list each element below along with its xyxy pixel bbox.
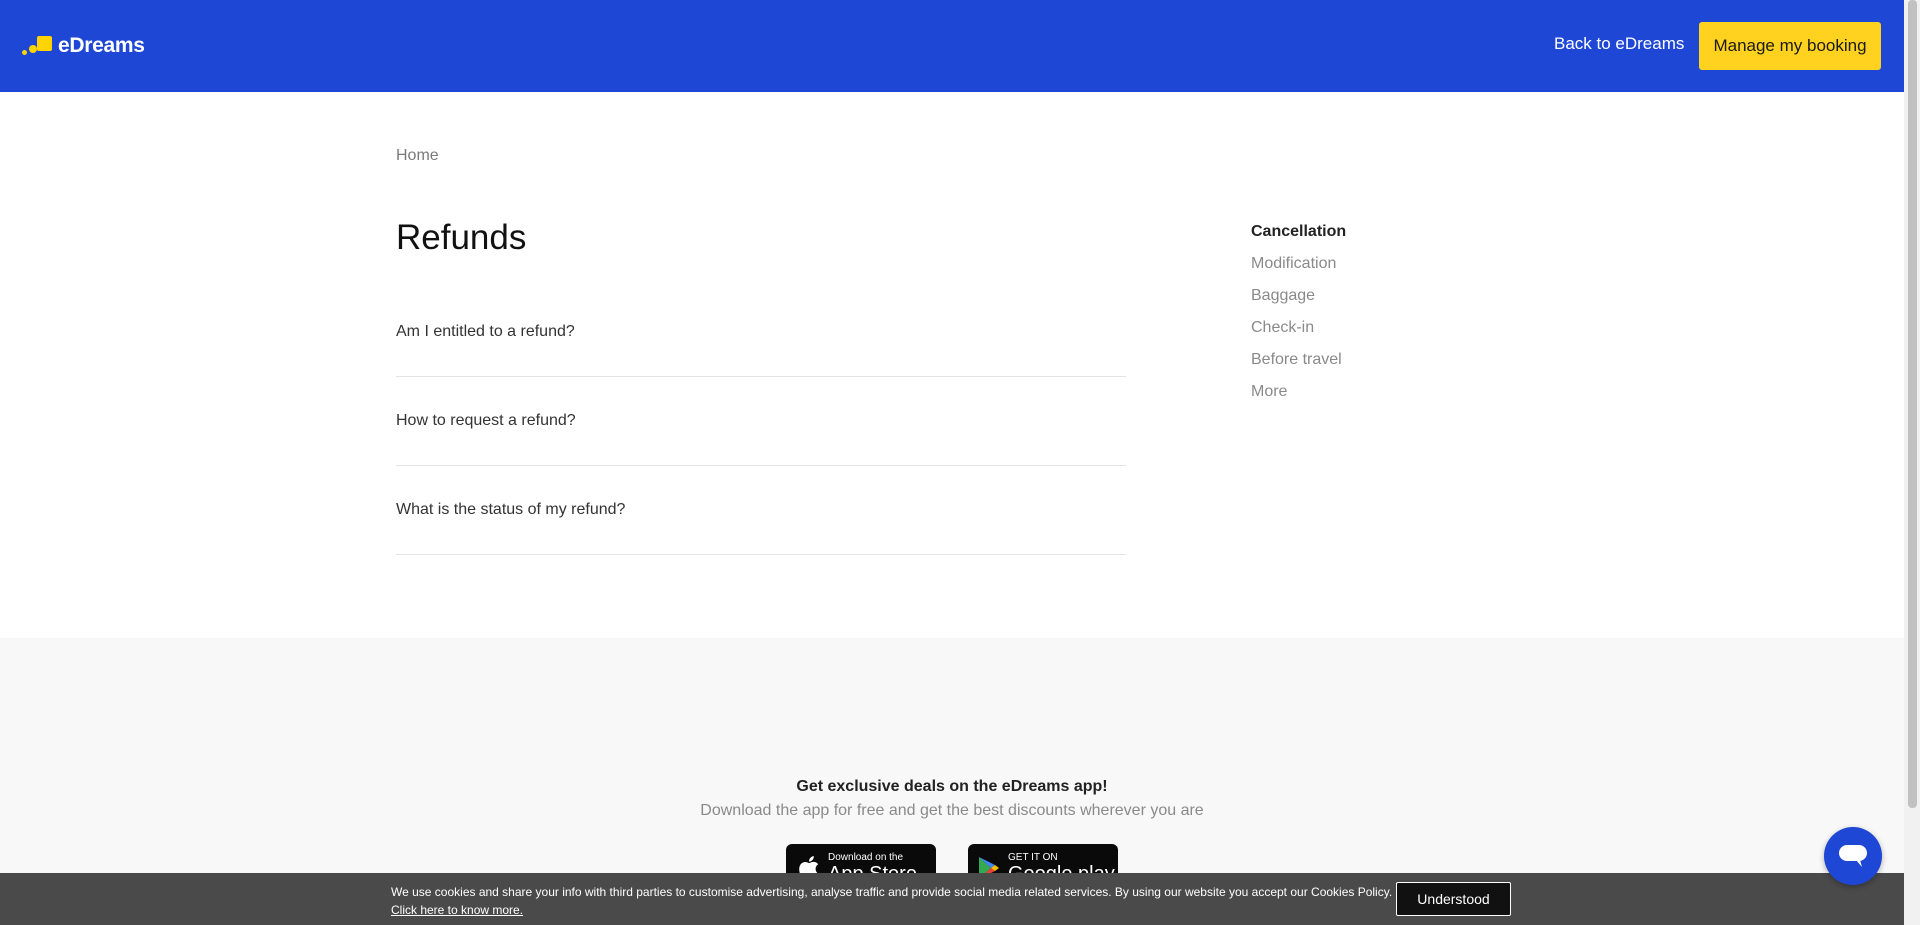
understood-button[interactable]: Understood [1396,882,1511,916]
side-nav-item-before-travel[interactable]: Before travel [1251,350,1346,382]
promo-title: Get exclusive deals on the eDreams app! [796,778,1108,795]
side-nav-item-more[interactable]: More [1251,382,1346,414]
side-nav-item-baggage[interactable]: Baggage [1251,286,1346,318]
faq-item-refund-status[interactable]: What is the status of my refund? [396,466,1126,555]
google-play-small-text: GET IT ON [1008,851,1058,863]
top-header: eDreams Back to eDreams Manage my bookin… [0,0,1904,92]
cookie-banner: We use cookies and share your info with … [0,873,1904,925]
cookie-text-block: We use cookies and share your info with … [391,883,1392,919]
cookie-message: We use cookies and share your info with … [391,885,1393,899]
edreams-logo[interactable]: eDreams [22,34,145,58]
faq-item-entitled-refund[interactable]: Am I entitled to a refund? [396,288,1126,377]
side-nav-item-check-in[interactable]: Check-in [1251,318,1346,350]
logo-mark-icon [22,34,56,58]
manage-my-booking-button[interactable]: Manage my booking [1699,22,1881,70]
scrollbar-thumb[interactable] [1908,0,1917,808]
app-store-small-text: Download on the [828,851,904,863]
breadcrumb: Home [396,147,439,165]
logo-text: eDreams [58,34,145,57]
page-title: Refunds [396,218,527,257]
page-scrollbar[interactable] [1904,0,1920,925]
breadcrumb-home-link[interactable]: Home [396,147,439,164]
category-side-nav: Cancellation Modification Baggage Check-… [1251,222,1346,414]
chat-button[interactable] [1824,827,1882,885]
side-nav-item-modification[interactable]: Modification [1251,254,1346,286]
promo-subtitle: Download the app for free and get the be… [700,802,1204,819]
side-nav-item-cancellation[interactable]: Cancellation [1251,222,1346,254]
back-to-edreams-link[interactable]: Back to eDreams [1554,34,1684,54]
faq-item-request-refund[interactable]: How to request a refund? [396,377,1126,466]
faq-list: Am I entitled to a refund? How to reques… [396,288,1126,555]
chat-bubble-icon [1839,845,1867,867]
cookie-more-info-link[interactable]: Click here to know more. [391,901,1392,919]
